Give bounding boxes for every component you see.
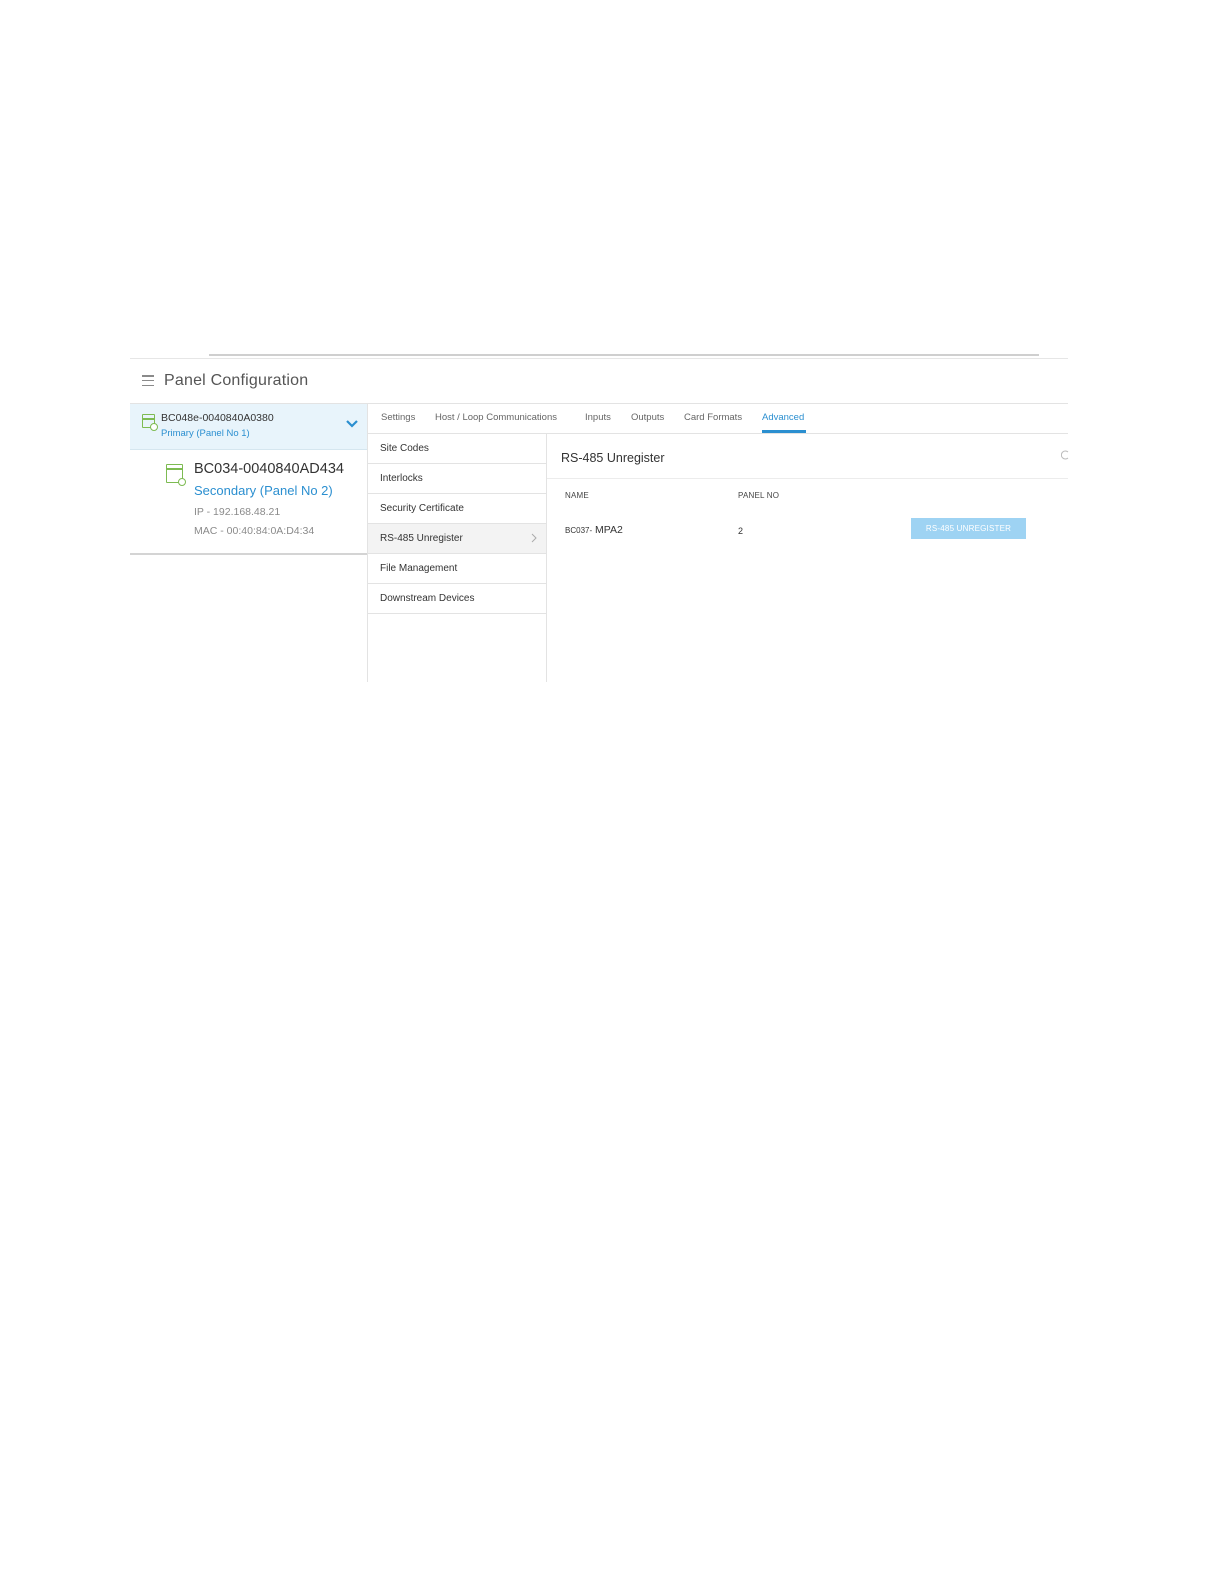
primary-panel-name: BC048e-0040840A0380 xyxy=(161,412,274,424)
content-divider xyxy=(547,478,1068,479)
panel-device-icon xyxy=(166,464,186,486)
column-header-name: NAME xyxy=(565,491,589,500)
advanced-submenu: Site Codes Interlocks Security Certifica… xyxy=(368,434,547,682)
row-panel-no: 2 xyxy=(738,526,744,536)
panel-list: BC048e-0040840A0380 Primary (Panel No 1)… xyxy=(130,404,367,682)
content-area: RS-485 Unregister NAME PANEL NO BC037- M… xyxy=(547,434,1069,682)
submenu-item-security-certificate[interactable]: Security Certificate xyxy=(368,494,546,524)
submenu-item-site-codes[interactable]: Site Codes xyxy=(368,434,546,464)
page-title: Panel Configuration xyxy=(164,372,309,389)
tab-outputs[interactable]: Outputs xyxy=(631,412,664,423)
tab-advanced[interactable]: Advanced xyxy=(762,412,804,423)
submenu-item-rs485-unregister[interactable]: RS-485 Unregister xyxy=(368,524,546,554)
row-name: BC037- MPA2 xyxy=(565,524,623,536)
rs485-unregister-button[interactable]: RS-485 UNREGISTER xyxy=(911,518,1026,539)
submenu-item-file-management[interactable]: File Management xyxy=(368,554,546,584)
submenu-item-label: Site Codes xyxy=(380,443,429,454)
secondary-panel-name[interactable]: BC034-0040840AD434 xyxy=(194,461,344,477)
tab-card-formats[interactable]: Card Formats xyxy=(684,412,742,423)
submenu-item-label: Downstream Devices xyxy=(380,593,475,604)
row-name-value: MPA2 xyxy=(595,524,623,536)
panel-device-icon xyxy=(142,414,158,431)
chevron-down-icon[interactable] xyxy=(345,419,359,429)
tab-host-loop-communications[interactable]: Host / Loop Communications xyxy=(435,412,557,423)
submenu-item-label: Security Certificate xyxy=(380,503,464,514)
refresh-icon[interactable] xyxy=(1061,449,1069,461)
row-name-prefix: BC037- xyxy=(565,526,593,535)
content-title: RS-485 Unregister xyxy=(561,451,665,465)
submenu-item-interlocks[interactable]: Interlocks xyxy=(368,464,546,494)
panel-list-divider xyxy=(130,553,367,555)
primary-panel-item[interactable]: BC048e-0040840A0380 Primary (Panel No 1) xyxy=(130,404,367,450)
secondary-panel-mac: MAC - 00:40:84:0A:D4:34 xyxy=(194,525,315,537)
chevron-right-icon xyxy=(531,533,537,543)
hamburger-icon[interactable] xyxy=(142,375,154,387)
secondary-panel-ip: IP - 192.168.48.21 xyxy=(194,506,281,518)
panel-configuration-app: Panel Configuration BC048e-0040840A0380 … xyxy=(130,358,1069,682)
header: Panel Configuration xyxy=(130,358,1068,404)
secondary-panel-subtitle: Secondary (Panel No 2) xyxy=(194,483,333,498)
top-divider xyxy=(209,354,1039,356)
active-tab-indicator xyxy=(762,430,806,433)
primary-panel-subtitle: Primary (Panel No 1) xyxy=(161,428,250,439)
column-header-panel-no: PANEL NO xyxy=(738,491,780,500)
submenu-item-downstream-devices[interactable]: Downstream Devices xyxy=(368,584,546,614)
submenu-item-label: Interlocks xyxy=(380,473,423,484)
submenu-item-label: RS-485 Unregister xyxy=(380,533,463,544)
tab-settings[interactable]: Settings xyxy=(381,412,415,423)
tab-inputs[interactable]: Inputs xyxy=(585,412,611,423)
submenu-item-label: File Management xyxy=(380,563,458,574)
tab-bar: Settings Host / Loop Communications Inpu… xyxy=(368,404,1068,434)
